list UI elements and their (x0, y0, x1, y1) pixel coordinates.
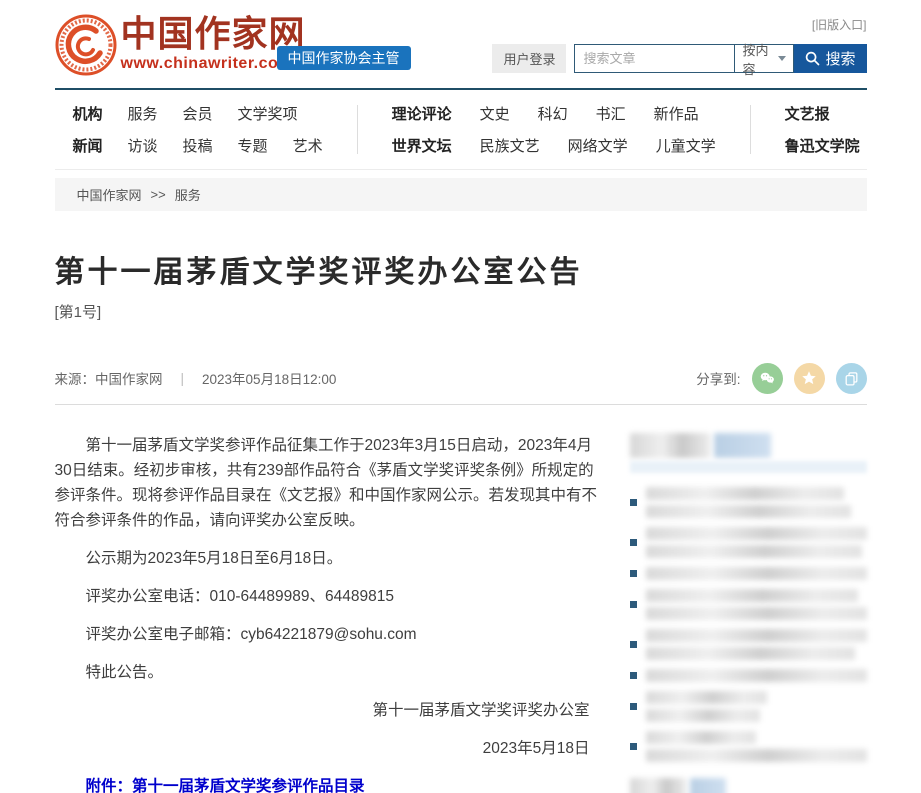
content-area: 第十一届茅盾文学奖参评作品征集工作于2023年3月15日启动，2023年4月30… (55, 433, 867, 793)
breadcrumb-separator: >> (151, 187, 166, 202)
nav-wrapper: 机构 服务 会员 文学奖项 新闻 访谈 投稿 专题 艺术 理论评论 文史 (55, 90, 867, 170)
attachment-row: 附件：第十一届茅盾文学奖参评作品目录 (55, 774, 600, 793)
breadcrumb: 中国作家网 >> 服务 (55, 178, 867, 211)
nav-item[interactable]: 网络文学 (568, 135, 628, 156)
nav-divider (357, 105, 358, 154)
blurred-block (714, 433, 771, 458)
wechat-icon (758, 369, 776, 387)
blurred-block (630, 433, 711, 458)
share-wechat-button[interactable] (752, 363, 783, 394)
attachment-label: 附件： (86, 778, 133, 793)
attachment-link[interactable]: 第十一届茅盾文学奖参评作品目录 (132, 778, 365, 793)
nav-item[interactable]: 书汇 (596, 103, 626, 124)
nav-divider (750, 105, 751, 154)
article-signature: 第十一届茅盾文学奖评奖办公室 (55, 698, 600, 723)
share-bar: 分享到: (696, 363, 866, 394)
search-filter-value: 按内容 (742, 40, 778, 78)
nav-item[interactable]: 民族文艺 (480, 135, 540, 156)
nav-item[interactable]: 投稿 (183, 135, 213, 156)
search-filter-dropdown[interactable]: 按内容 (734, 44, 794, 73)
nav-item[interactable]: 新闻 (73, 135, 103, 156)
article-body: 第十一届茅盾文学奖参评作品征集工作于2023年3月15日启动，2023年4月30… (55, 433, 600, 793)
nav-item[interactable]: 服务 (128, 103, 158, 124)
site-header: 中国作家网 www.chinawriter.com.cn 中国作家协会主管 [旧… (55, 0, 867, 90)
chevron-down-icon (778, 56, 786, 61)
publish-date: 2023年05月18日12:00 (202, 368, 336, 388)
nav-item[interactable]: 访谈 (128, 135, 158, 156)
user-login-button[interactable]: 用户登录 (492, 44, 566, 73)
bullet-icon (630, 499, 637, 506)
nav-item[interactable]: 世界文坛 (392, 135, 452, 156)
meta-separator: | (181, 371, 185, 386)
share-copy-link-button[interactable] (836, 363, 867, 394)
sidebar-footer-blurred (630, 778, 867, 793)
sidebar-blurred-item[interactable] (630, 567, 867, 580)
article-paragraph: 特此公告。 (55, 660, 600, 685)
bullet-icon (630, 743, 637, 750)
article-meta: 来源：中国作家网 | 2023年05月18日12:00 分享到: (55, 358, 867, 398)
sidebar-blurred-item[interactable] (630, 691, 867, 722)
supervisor-badge: 中国作家协会主管 (277, 46, 411, 70)
search-icon (805, 51, 820, 66)
meta-divider (55, 404, 867, 405)
star-icon (800, 369, 818, 387)
bullet-icon (630, 672, 637, 679)
main-nav: 机构 服务 会员 文学奖项 新闻 访谈 投稿 专题 艺术 理论评论 文史 (55, 90, 867, 169)
bullet-icon (630, 570, 637, 577)
nav-item[interactable]: 机构 (73, 103, 103, 124)
sidebar-blurred-item[interactable] (630, 527, 867, 558)
article-paragraph: 公示期为2023年5月18日至6月18日。 (55, 546, 600, 571)
bullet-icon (630, 703, 637, 710)
nav-item[interactable]: 艺术 (293, 135, 323, 156)
article-paragraph: 评奖办公室电话：010-64489989、64489815 (55, 584, 600, 609)
nav-item[interactable]: 文史 (480, 103, 510, 124)
article-paragraph: 第十一届茅盾文学奖参评作品征集工作于2023年3月15日启动，2023年4月30… (55, 433, 600, 533)
nav-item[interactable]: 新作品 (654, 103, 699, 124)
sidebar-blurred-item[interactable] (630, 629, 867, 660)
bullet-icon (630, 539, 637, 546)
bullet-icon (630, 601, 637, 608)
related-sidebar (630, 433, 867, 793)
nav-item[interactable]: 儿童文学 (656, 135, 716, 156)
nav-item[interactable]: 文学奖项 (238, 103, 298, 124)
sidebar-blurred-item[interactable] (630, 487, 867, 518)
page-title: 第十一届茅盾文学奖评奖办公室公告 (55, 247, 867, 291)
nav-item[interactable]: 科幻 (538, 103, 568, 124)
search-button-label: 搜索 (825, 48, 855, 69)
article-paragraph: 评奖办公室电子邮箱：cyb64221879@sohu.com (55, 622, 600, 647)
breadcrumb-section[interactable]: 服务 (175, 185, 201, 204)
breadcrumb-site[interactable]: 中国作家网 (77, 185, 142, 204)
search-button[interactable]: 搜索 (794, 44, 866, 73)
blurred-block (630, 778, 687, 793)
article-sign-date: 2023年5月18日 (55, 736, 600, 761)
source-label: 来源：中国作家网 (55, 368, 163, 388)
nav-group-middle: 理论评论 文史 科幻 书汇 新作品 世界文坛 民族文艺 网络文学 儿童文学 (392, 103, 716, 156)
nav-item[interactable]: 会员 (183, 103, 213, 124)
nav-item[interactable]: 理论评论 (392, 103, 452, 124)
bullet-icon (630, 641, 637, 648)
share-label: 分享到: (696, 368, 740, 388)
issue-number: [第1号] (55, 301, 867, 322)
blurred-block (630, 461, 867, 473)
sidebar-blurred-item[interactable] (630, 589, 867, 620)
sidebar-blurred-item[interactable] (630, 669, 867, 682)
nav-group-left: 机构 服务 会员 文学奖项 新闻 访谈 投稿 专题 艺术 (73, 103, 323, 156)
search-input[interactable] (574, 44, 734, 73)
writers-association-emblem-icon (55, 14, 117, 76)
nav-item[interactable]: 专题 (238, 135, 268, 156)
blurred-block (690, 778, 726, 793)
sidebar-blurred-item[interactable] (630, 731, 867, 762)
nav-group-right: 文艺报 鲁迅文学院 (785, 103, 860, 156)
sidebar-header-blurred (630, 433, 867, 473)
old-version-link[interactable]: [旧版入口] (812, 16, 867, 33)
copy-icon (843, 370, 860, 387)
nav-item[interactable]: 鲁迅文学院 (785, 135, 860, 156)
nav-item[interactable]: 文艺报 (785, 103, 830, 124)
share-qzone-button[interactable] (794, 363, 825, 394)
search-bar: 用户登录 按内容 搜索 (492, 44, 866, 73)
